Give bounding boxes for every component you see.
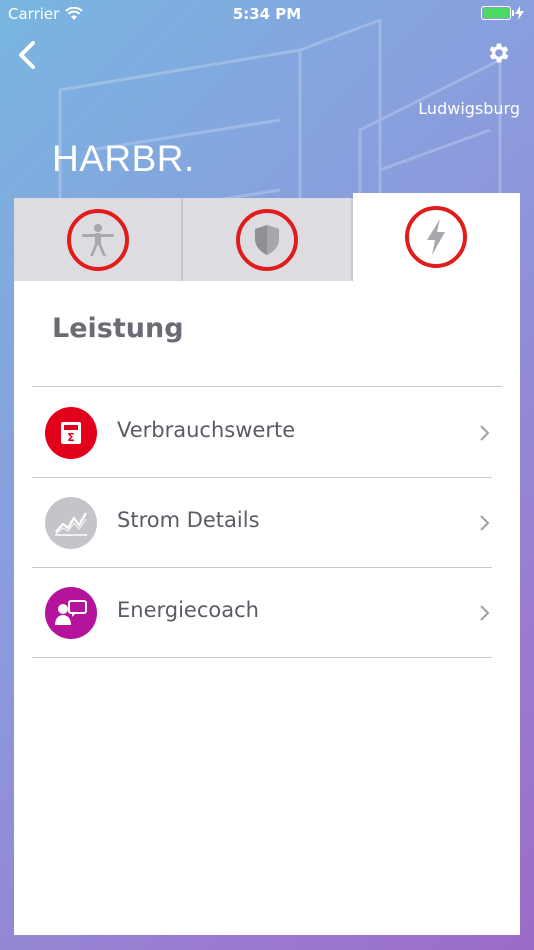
chevron-right-icon xyxy=(480,515,490,531)
content-card: Leistung Σ Verbrauchswerte Strom Details xyxy=(14,281,520,935)
shield-icon xyxy=(254,224,279,255)
divider xyxy=(32,657,492,658)
lightning-icon xyxy=(427,219,446,255)
list-item-label: Verbrauchswerte xyxy=(117,418,296,442)
battery-icon xyxy=(481,6,514,20)
tab-security[interactable] xyxy=(183,198,353,281)
category-tab-bar xyxy=(14,193,520,281)
status-bar: Carrier 5:34 PM xyxy=(0,0,534,28)
tab-body[interactable] xyxy=(14,198,184,281)
battery-indicator xyxy=(481,6,524,20)
section-title: Leistung xyxy=(52,313,184,344)
list-item-energiecoach[interactable]: Energiecoach xyxy=(32,567,492,657)
back-button[interactable] xyxy=(14,38,44,72)
chevron-right-icon xyxy=(480,425,490,441)
chevron-right-icon xyxy=(480,605,490,621)
svg-text:Σ: Σ xyxy=(67,431,75,444)
list-item-strom-details[interactable]: Strom Details xyxy=(32,477,492,567)
list-item-verbrauchswerte[interactable]: Σ Verbrauchswerte xyxy=(32,387,492,477)
gear-icon xyxy=(489,43,509,63)
brand-title: HARBR. xyxy=(52,138,195,179)
charging-bolt-icon xyxy=(515,6,524,20)
tab-energy[interactable] xyxy=(352,193,520,281)
list-item-label: Strom Details xyxy=(117,508,260,532)
calculator-icon: Σ xyxy=(61,422,81,444)
location-label: Ludwigsburg xyxy=(418,99,520,118)
vitruvian-man-icon xyxy=(81,223,114,256)
chevron-left-icon xyxy=(19,41,35,69)
status-time: 5:34 PM xyxy=(232,5,302,23)
settings-button[interactable] xyxy=(486,40,512,66)
chart-icon xyxy=(55,512,87,536)
list-item-label: Energiecoach xyxy=(117,598,259,622)
coach-icon xyxy=(55,600,87,625)
